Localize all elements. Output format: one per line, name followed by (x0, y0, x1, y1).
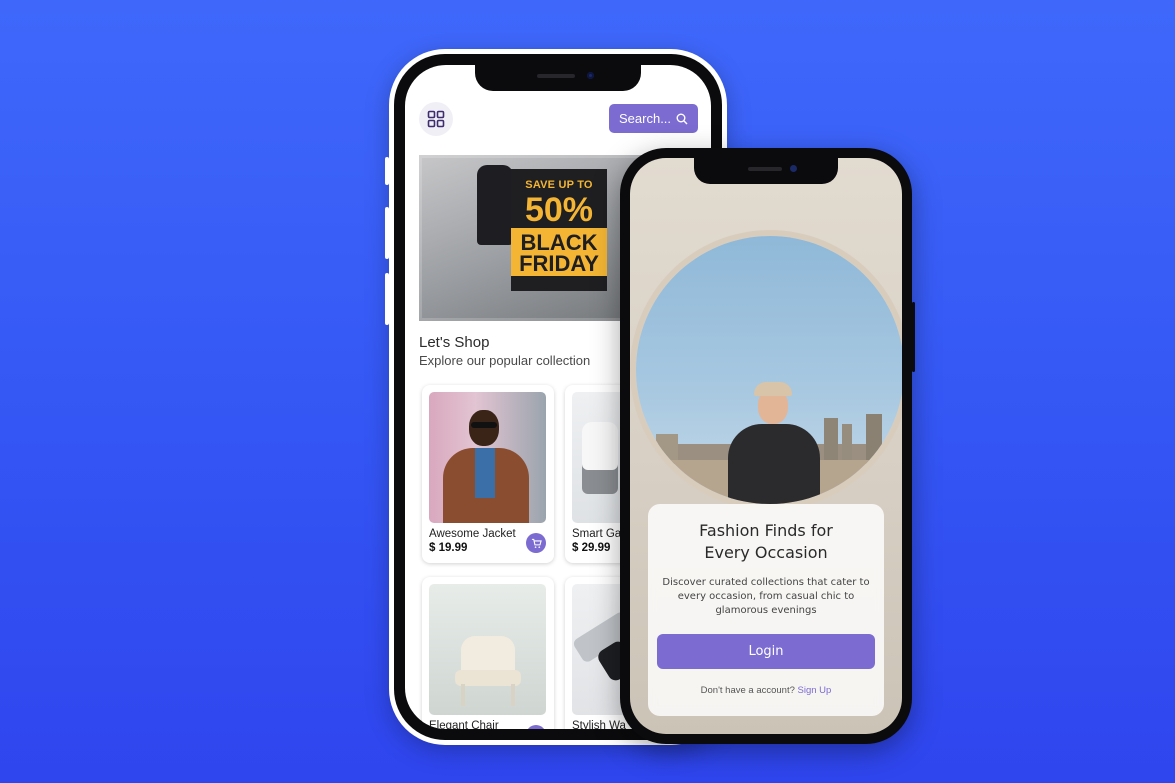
search-icon (676, 113, 688, 124)
section-subtitle: Explore our popular collection (419, 353, 591, 368)
signup-link[interactable]: Sign Up (798, 685, 832, 696)
sunglasses-shape (471, 422, 497, 428)
product-name: Elegant Chair (429, 720, 499, 729)
sale-sign: SAVE UP TO 50% BLACK FRIDAY (511, 169, 607, 291)
chair-leg (511, 684, 515, 706)
search-label: Search... (619, 111, 672, 126)
mute-switch (385, 157, 389, 185)
volume-up-button (385, 207, 389, 259)
product-image (429, 584, 546, 715)
speaker-grille (748, 167, 782, 171)
shirt-shape (475, 448, 495, 498)
product-name: Stylish Wa (572, 720, 626, 729)
sale-line1: SAVE UP TO (525, 179, 593, 191)
product-image (429, 392, 546, 523)
welcome-title: Fashion Finds for Every Occasion (648, 520, 884, 564)
login-screen: Fashion Finds for Every Occasion Discove… (630, 158, 902, 734)
chair-leg (461, 684, 465, 706)
speaker-grille (537, 74, 575, 78)
signup-row: Don't have a account? Sign Up (648, 685, 884, 696)
search-button[interactable]: Search... (609, 104, 698, 133)
grid-icon (427, 110, 445, 128)
camera-icon (587, 72, 594, 79)
product-name: Awesome Jacket (429, 528, 516, 540)
hero-image (636, 236, 902, 504)
add-to-cart-button[interactable] (526, 533, 546, 553)
menu-button[interactable] (419, 102, 453, 136)
camera-icon (790, 165, 797, 172)
phone-notch (475, 65, 641, 91)
login-button[interactable]: Login (657, 634, 875, 669)
login-phone: Fashion Finds for Every Occasion Discove… (620, 148, 915, 744)
add-to-cart-button[interactable] (526, 725, 546, 729)
phone-notch (694, 158, 838, 184)
product-card[interactable]: Elegant Chair (422, 577, 554, 729)
product-card[interactable]: Awesome Jacket $ 19.99 (422, 385, 554, 563)
sale-percent: 50% (524, 191, 594, 229)
model-body (728, 424, 820, 504)
smart-speaker-shape (582, 422, 618, 494)
welcome-title-line2: Every Occasion (704, 543, 828, 562)
volume-down-button (385, 273, 389, 325)
signup-prompt: Don't have a account? (700, 685, 795, 696)
product-price: $ 19.99 (429, 542, 468, 554)
sale-event: BLACK FRIDAY (511, 228, 607, 276)
section-title: Let's Shop (419, 334, 490, 351)
product-name: Smart Ga (572, 528, 622, 540)
cap-shape (754, 382, 792, 396)
model-head (469, 410, 499, 446)
welcome-title-line1: Fashion Finds for (699, 521, 833, 540)
welcome-description: Discover curated collections that cater … (662, 577, 870, 616)
cart-icon (531, 538, 542, 548)
welcome-card: Fashion Finds for Every Occasion Discove… (648, 504, 884, 716)
power-button (912, 302, 915, 372)
product-price: $ 29.99 (572, 542, 611, 554)
